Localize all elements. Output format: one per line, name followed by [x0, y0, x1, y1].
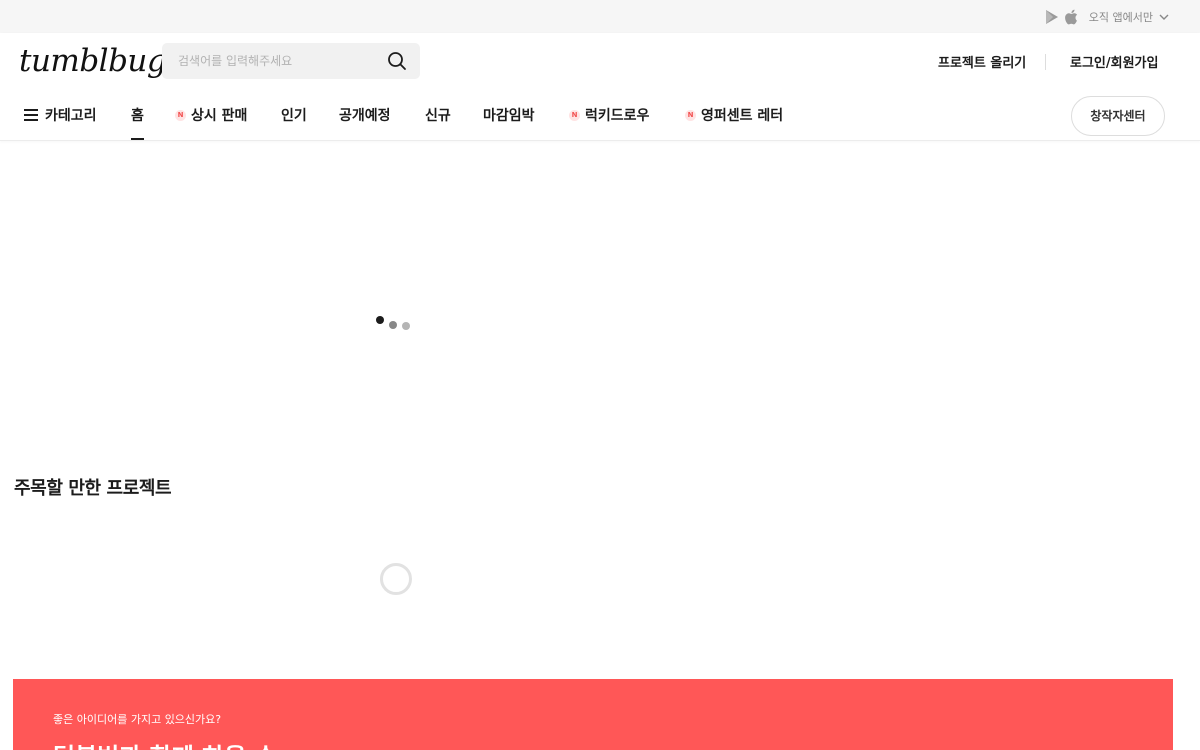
- new-badge: N: [175, 109, 186, 121]
- loading-dot: [389, 321, 397, 329]
- nav-tab-label: 영퍼센트 레터: [701, 108, 784, 124]
- header: tumblbug 프로젝트 올리기 로그인/회원가입 카테고리 홈: [0, 33, 1200, 141]
- tumblbug-logo[interactable]: tumblbug: [19, 41, 167, 81]
- top-strip: 오직 앱에서만: [0, 0, 1200, 33]
- search-icon[interactable]: [387, 51, 407, 71]
- search-box[interactable]: [162, 43, 420, 79]
- nav-tab-label: 공개예정: [339, 108, 391, 124]
- carousel-loading-indicator: [374, 314, 414, 330]
- chevron-down-icon[interactable]: [1159, 13, 1169, 21]
- nav-tab-label: 상시 판매: [191, 108, 248, 124]
- nav-tab-zero-percent-letter[interactable]: N 영퍼센트 레터: [685, 105, 783, 125]
- apple-icon[interactable]: [1064, 9, 1079, 25]
- login-signup-link[interactable]: 로그인/회원가입: [1070, 52, 1158, 71]
- nav-tab-label: 럭키드로우: [585, 108, 650, 124]
- main-nav: 카테고리 홈 N 상시 판매 인기 공개예정 신규 마감임박 N 럭키드로우 N…: [0, 85, 1200, 141]
- nav-tab-closing-soon[interactable]: 마감임박: [483, 105, 535, 125]
- loading-dot: [376, 316, 384, 324]
- nav-category[interactable]: 카테고리: [24, 105, 97, 125]
- new-badge: N: [569, 109, 580, 121]
- loading-dot: [402, 322, 410, 330]
- creator-promo-banner[interactable]: 좋은 아이디어를 가지고 있으신가요? 텀블벅과 함께 하을 수: [13, 679, 1173, 750]
- banner-title: 텀블벅과 함께 하을 수: [53, 737, 277, 750]
- loading-spinner: [380, 563, 412, 595]
- nav-tab-lucky-draw[interactable]: N 럭키드로우: [569, 105, 649, 125]
- nav-tab-always-on-sale[interactable]: N 상시 판매: [175, 105, 247, 125]
- banner-subtitle: 좋은 아이디어를 가지고 있으신가요?: [53, 713, 222, 726]
- nav-tab-popular[interactable]: 인기: [281, 105, 307, 125]
- nav-tab-label: 인기: [281, 108, 307, 124]
- nav-tab-upcoming[interactable]: 공개예정: [339, 105, 391, 125]
- nav-tab-label: 신규: [425, 108, 451, 124]
- upload-project-link[interactable]: 프로젝트 올리기: [938, 52, 1026, 71]
- menu-icon: [24, 109, 38, 121]
- google-play-icon[interactable]: [1045, 9, 1059, 25]
- creator-center-button[interactable]: 창작자센터: [1071, 96, 1165, 136]
- new-badge: N: [685, 109, 696, 121]
- search-input[interactable]: [176, 43, 376, 79]
- app-download-links[interactable]: 오직 앱에서만: [1045, 6, 1169, 28]
- nav-tab-label: 홈: [131, 108, 144, 124]
- nav-tab-new[interactable]: 신규: [425, 105, 451, 125]
- nav-tab-label: 마감임박: [483, 108, 535, 124]
- nav-tab-home[interactable]: 홈: [131, 105, 144, 140]
- section-title-featured: 주목할 만한 프로젝트: [14, 478, 172, 499]
- header-divider: [1045, 54, 1046, 70]
- nav-category-label: 카테고리: [45, 108, 97, 124]
- app-only-text[interactable]: 오직 앱에서만: [1089, 9, 1153, 25]
